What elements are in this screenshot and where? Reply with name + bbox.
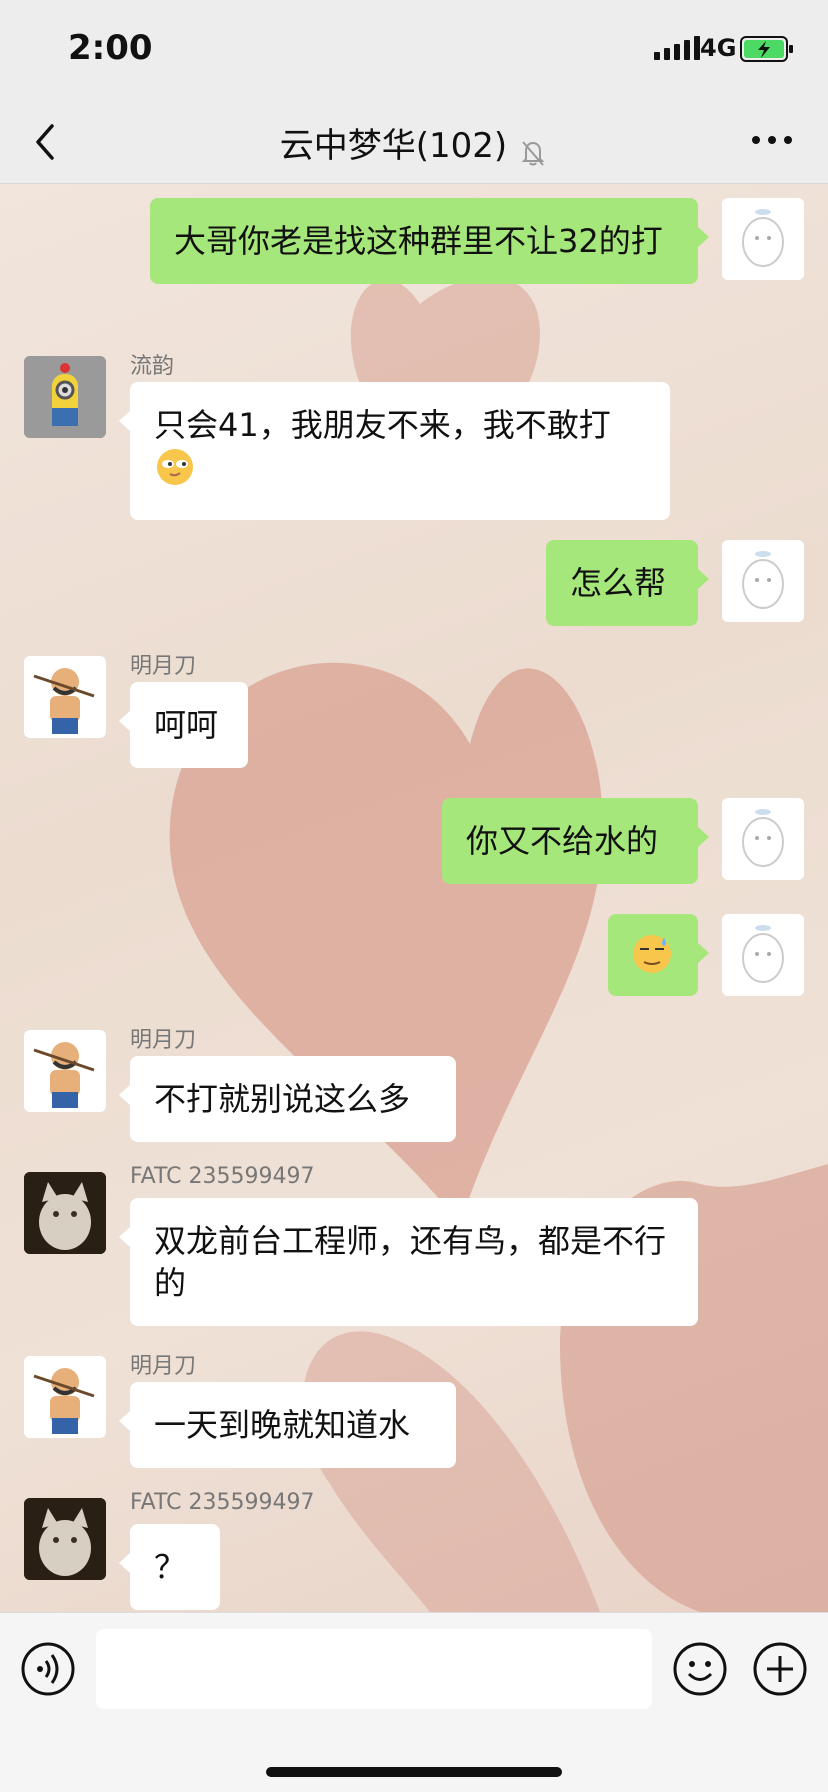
chat-title[interactable]: 云中梦华(102) — [280, 126, 507, 166]
my-avatar[interactable] — [722, 540, 804, 622]
sender-name: FATC 235599497 — [130, 1490, 315, 1515]
avatar-fatc[interactable] — [24, 1172, 106, 1254]
cartoon-man-avatar-icon — [33, 668, 95, 734]
my-avatar[interactable] — [722, 914, 804, 996]
avatar-mingyuedao[interactable] — [24, 656, 106, 738]
chat-title-wrap: 云中梦华(102) — [0, 118, 828, 168]
ghost-avatar-icon — [742, 809, 784, 867]
message-bubble-outgoing[interactable] — [608, 914, 709, 996]
cartoon-man-avatar-icon — [33, 1042, 95, 1108]
avatar-mingyuedao[interactable] — [24, 1356, 106, 1438]
avatar-liuyun[interactable] — [24, 356, 106, 438]
battery-icon — [740, 36, 793, 62]
cartoon-man-avatar-icon — [33, 1368, 95, 1434]
sender-name: 明月刀 — [130, 654, 197, 679]
minion-avatar-icon — [24, 356, 106, 438]
message-bubble-incoming[interactable]: 呵呵 — [119, 682, 248, 768]
add-plus-icon[interactable] — [752, 1641, 808, 1697]
squint-emoji-icon — [157, 449, 193, 485]
message-text: 双龙前台工程师，还有鸟，都是不行的 — [154, 1222, 667, 1302]
sweat-smile-emoji-icon — [633, 935, 671, 973]
my-avatar[interactable] — [722, 798, 804, 880]
status-time: 2:00 — [68, 28, 153, 68]
message-text: 怎么帮 — [570, 564, 667, 602]
chat-header: 云中梦华(102) — [0, 100, 828, 184]
network-type: 4G — [700, 34, 737, 62]
more-options-icon[interactable] — [752, 136, 792, 144]
message-text: 你又不给水的 — [466, 822, 659, 860]
ghost-avatar-icon — [742, 925, 784, 983]
message-input[interactable] — [96, 1629, 652, 1709]
home-indicator — [266, 1767, 562, 1777]
mute-bell-icon — [521, 140, 545, 166]
cat-avatar-icon — [24, 1498, 106, 1580]
voice-input-icon[interactable] — [20, 1641, 76, 1697]
ghost-avatar-icon — [742, 551, 784, 609]
input-bar — [0, 1612, 828, 1792]
ghost-avatar-icon — [742, 209, 784, 267]
message-bubble-outgoing[interactable]: 怎么帮 — [546, 540, 709, 626]
message-bubble-incoming[interactable]: 双龙前台工程师，还有鸟，都是不行的 — [119, 1198, 698, 1326]
sender-name: FATC 235599497 — [130, 1164, 315, 1189]
avatar-mingyuedao[interactable] — [24, 1030, 106, 1112]
avatar-fatc[interactable] — [24, 1498, 106, 1580]
sender-name: 明月刀 — [130, 1028, 197, 1053]
sender-name: 明月刀 — [130, 1354, 197, 1379]
message-text: 呵呵 — [154, 706, 219, 744]
message-bubble-outgoing[interactable]: 你又不给水的 — [442, 798, 709, 884]
cat-avatar-icon — [24, 1172, 106, 1254]
message-text: ？ — [154, 1548, 187, 1586]
message-bubble-outgoing[interactable]: 大哥你老是找这种群里不让32的打 — [150, 198, 709, 284]
message-bubble-incoming[interactable]: 只会41，我朋友不来，我不敢打 — [119, 382, 670, 520]
message-bubble-incoming[interactable]: 不打就别说这么多 — [119, 1056, 456, 1142]
message-text: 大哥你老是找这种群里不让32的打 — [174, 222, 663, 260]
message-text: 不打就别说这么多 — [154, 1080, 411, 1118]
sender-name: 流韵 — [130, 354, 175, 379]
message-text: 只会41，我朋友不来，我不敢打 — [154, 406, 611, 444]
message-bubble-incoming[interactable]: 一天到晚就知道水 — [119, 1382, 456, 1468]
message-bubble-incoming[interactable]: ？ — [119, 1524, 220, 1610]
message-text: 一天到晚就知道水 — [154, 1406, 411, 1444]
signal-icon — [654, 36, 700, 60]
emoji-picker-icon[interactable] — [672, 1641, 728, 1697]
my-avatar[interactable] — [722, 198, 804, 280]
status-bar: 2:00 4G — [0, 0, 828, 100]
